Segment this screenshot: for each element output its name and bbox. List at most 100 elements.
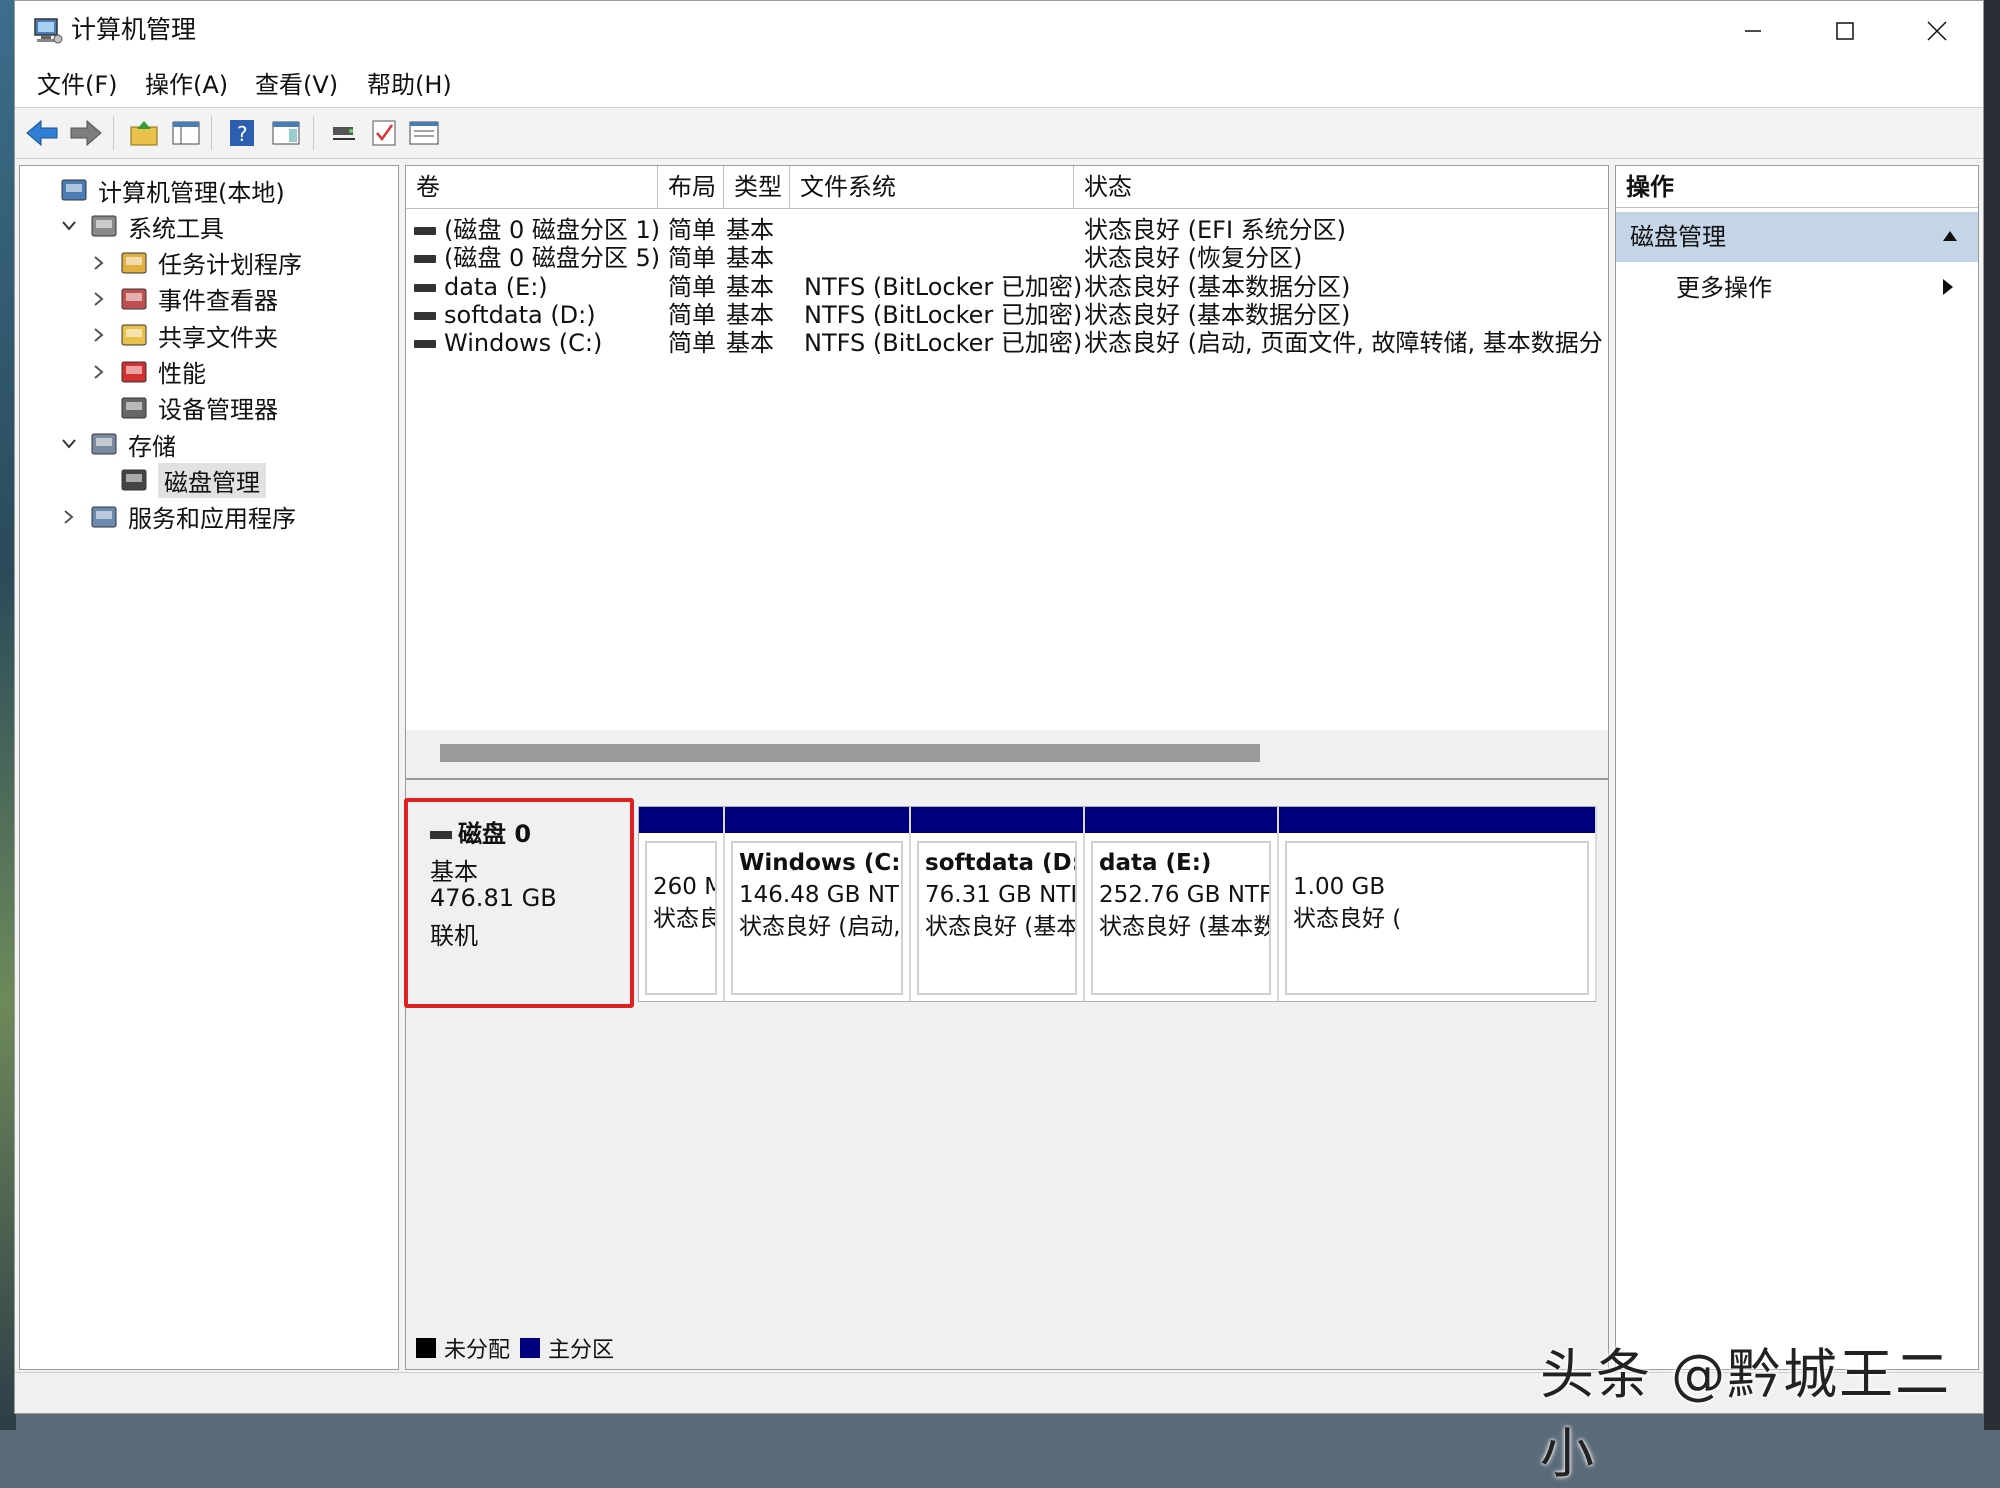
tree-item[interactable]: 磁盘管理 [88,462,266,498]
forward-icon [70,119,102,147]
show-hide-pane-button[interactable] [269,116,303,150]
back-button[interactable] [25,116,59,150]
tree-item[interactable]: 服务和应用程序 [58,499,296,535]
desktop-background-right [1984,0,2000,1430]
filesystem-cell: NTFS (BitLocker 已加密) [804,329,1083,358]
show-console-tree-button[interactable] [169,116,203,150]
tree-item[interactable]: 任务计划程序 [88,245,302,281]
chevron-right-icon[interactable] [58,506,80,528]
tree-item[interactable]: 设备管理器 [88,390,278,426]
volume-name: Windows (C:) [444,329,603,358]
column-header-row: 卷 布局 类型 文件系统 状态 [406,166,1608,209]
column-header-layout[interactable]: 布局 [658,166,724,208]
partition-block[interactable]: 1.00 GB 状态良好 ( [1279,807,1597,1001]
chevron-right-icon[interactable] [88,288,110,310]
up-folder-button[interactable] [127,116,161,150]
horizontal-scrollbar[interactable] [406,730,1608,778]
action-section-disk-management[interactable]: 磁盘管理 [1616,212,1978,262]
volume-icon [414,255,436,264]
partition-title: Windows (C:) [739,850,903,876]
column-header-filesystem[interactable]: 文件系统 [790,166,1074,208]
help-icon: ? [230,120,254,146]
submenu-arrow-icon [1943,279,1953,295]
chevron-placeholder [88,469,110,491]
menu-file[interactable]: 文件(F) [37,69,118,101]
partition-color-bar [725,807,909,833]
volume-list: 卷 布局 类型 文件系统 状态 (磁盘 0 磁盘分区 1) 简单 基本 状态良好 (E… [405,165,1609,779]
volume-row[interactable]: Windows (C:) 简单 基本 NTFS (BitLocker 已加密) 状态良好… [406,325,1608,361]
performance-icon [118,356,150,388]
tree-item-label: 计算机管理(本地) [98,178,285,207]
close-button[interactable] [1891,1,1983,61]
window-title: 计算机管理 [71,15,197,44]
partition-block[interactable]: data (E:) 252.76 GB NTFS (Bi 状态良好 (基本数据分 [1085,807,1279,1001]
title-bar: 计算机管理 [15,1,1983,61]
chevron-right-icon[interactable] [88,324,110,346]
partition-color-bar [1279,807,1595,833]
chevron-down-icon[interactable] [58,215,80,237]
disk-info-panel[interactable]: 磁盘 0 基本 476.81 GB 联机 [404,790,634,1008]
partition-block[interactable]: 260 MI 状态良好 [639,807,725,1001]
toolbar-separator [313,116,314,150]
scrollbar-thumb[interactable] [440,744,1260,762]
help-button[interactable]: ? [225,116,259,150]
list-icon [409,121,439,145]
partition-block[interactable]: Windows (C:) 146.48 GB NTFS (E 状态良好 (启动, 页… [725,807,911,1001]
volume-name-cell: Windows (C:) [414,325,602,361]
partition-color-bar [1085,807,1277,833]
menu-view[interactable]: 查看(V) [255,69,338,101]
column-header-type[interactable]: 类型 [724,166,790,208]
forward-button[interactable] [69,116,103,150]
tree-item-label: 共享文件夹 [158,323,278,352]
layout-cell: 简单 [668,329,716,358]
column-header-status[interactable]: 状态 [1074,166,1608,208]
tree-item[interactable]: 存储 [58,426,176,462]
connect-button[interactable] [327,116,361,150]
minimize-button[interactable] [1707,1,1799,61]
column-header-volume[interactable]: 卷 [406,166,658,208]
partition-title: data (E:) [1099,850,1212,876]
tree-item[interactable]: 计算机管理(本地) [28,172,285,208]
partition-size: 1.00 GB [1293,874,1386,900]
more-actions-label: 更多操作 [1676,274,1772,302]
chevron-right-icon[interactable] [88,252,110,274]
legend-label-primary: 主分区 [548,1338,615,1363]
volume-icon [414,283,436,292]
properties-icon [372,120,396,146]
chevron-down-icon[interactable] [58,433,80,455]
partition-details: softdata (D:) 76.31 GB NTFS (E 状态良好 (基本数据 [917,841,1077,995]
highlight-box [404,798,634,1008]
tree-item[interactable]: 系统工具 [58,208,224,244]
legend-swatch-unallocated [416,1338,436,1358]
maximize-button[interactable] [1799,1,1891,61]
chevron-right-icon[interactable] [88,361,110,383]
partition-title-spacer [653,847,709,871]
tree-item[interactable]: 事件查看器 [88,281,278,317]
watermark: 头条 @黔城王二小 [1540,1343,1952,1485]
menu-action[interactable]: 操作(A) [145,69,228,101]
shared-folder-icon [118,319,150,351]
toolbar: ? [15,108,1983,159]
volume-icon [414,311,436,320]
list-view-button[interactable] [407,116,441,150]
maximize-icon [1836,22,1854,40]
properties-button[interactable] [367,116,401,150]
partition-title: softdata (D:) [925,850,1077,876]
partition-details: Windows (C:) 146.48 GB NTFS (E 状态良好 (启动, 页… [731,841,903,995]
partition-status: 状态良好 (启动, 页面 [739,914,901,940]
menu-help[interactable]: 帮助(H) [367,69,452,101]
chevron-placeholder [88,397,110,419]
computer-management-icon [34,18,63,44]
tree-item-label: 存储 [128,432,176,461]
action-pane-title: 操作 [1616,166,1978,208]
tree-item[interactable]: 共享文件夹 [88,317,278,353]
status-cell: 状态良好 (启动, 页面文件, 故障转储, 基本数据分 [1084,329,1603,358]
partition-status: 状态良好 (基本数据 [925,914,1077,940]
tree-item[interactable]: 性能 [88,354,206,390]
partition-block[interactable]: softdata (D:) 76.31 GB NTFS (E 状态良好 (基本数据 [911,807,1085,1001]
more-actions-item[interactable]: 更多操作 [1616,266,1978,310]
partition-details: 1.00 GB 状态良好 ( [1285,841,1589,995]
disk-graphical-view: 磁盘 0 基本 476.81 GB 联机 260 MI 状态良好 Windows (… [404,779,1609,1370]
tree-item-label: 服务和应用程序 [128,505,296,534]
tree-item-label: 系统工具 [128,214,224,243]
